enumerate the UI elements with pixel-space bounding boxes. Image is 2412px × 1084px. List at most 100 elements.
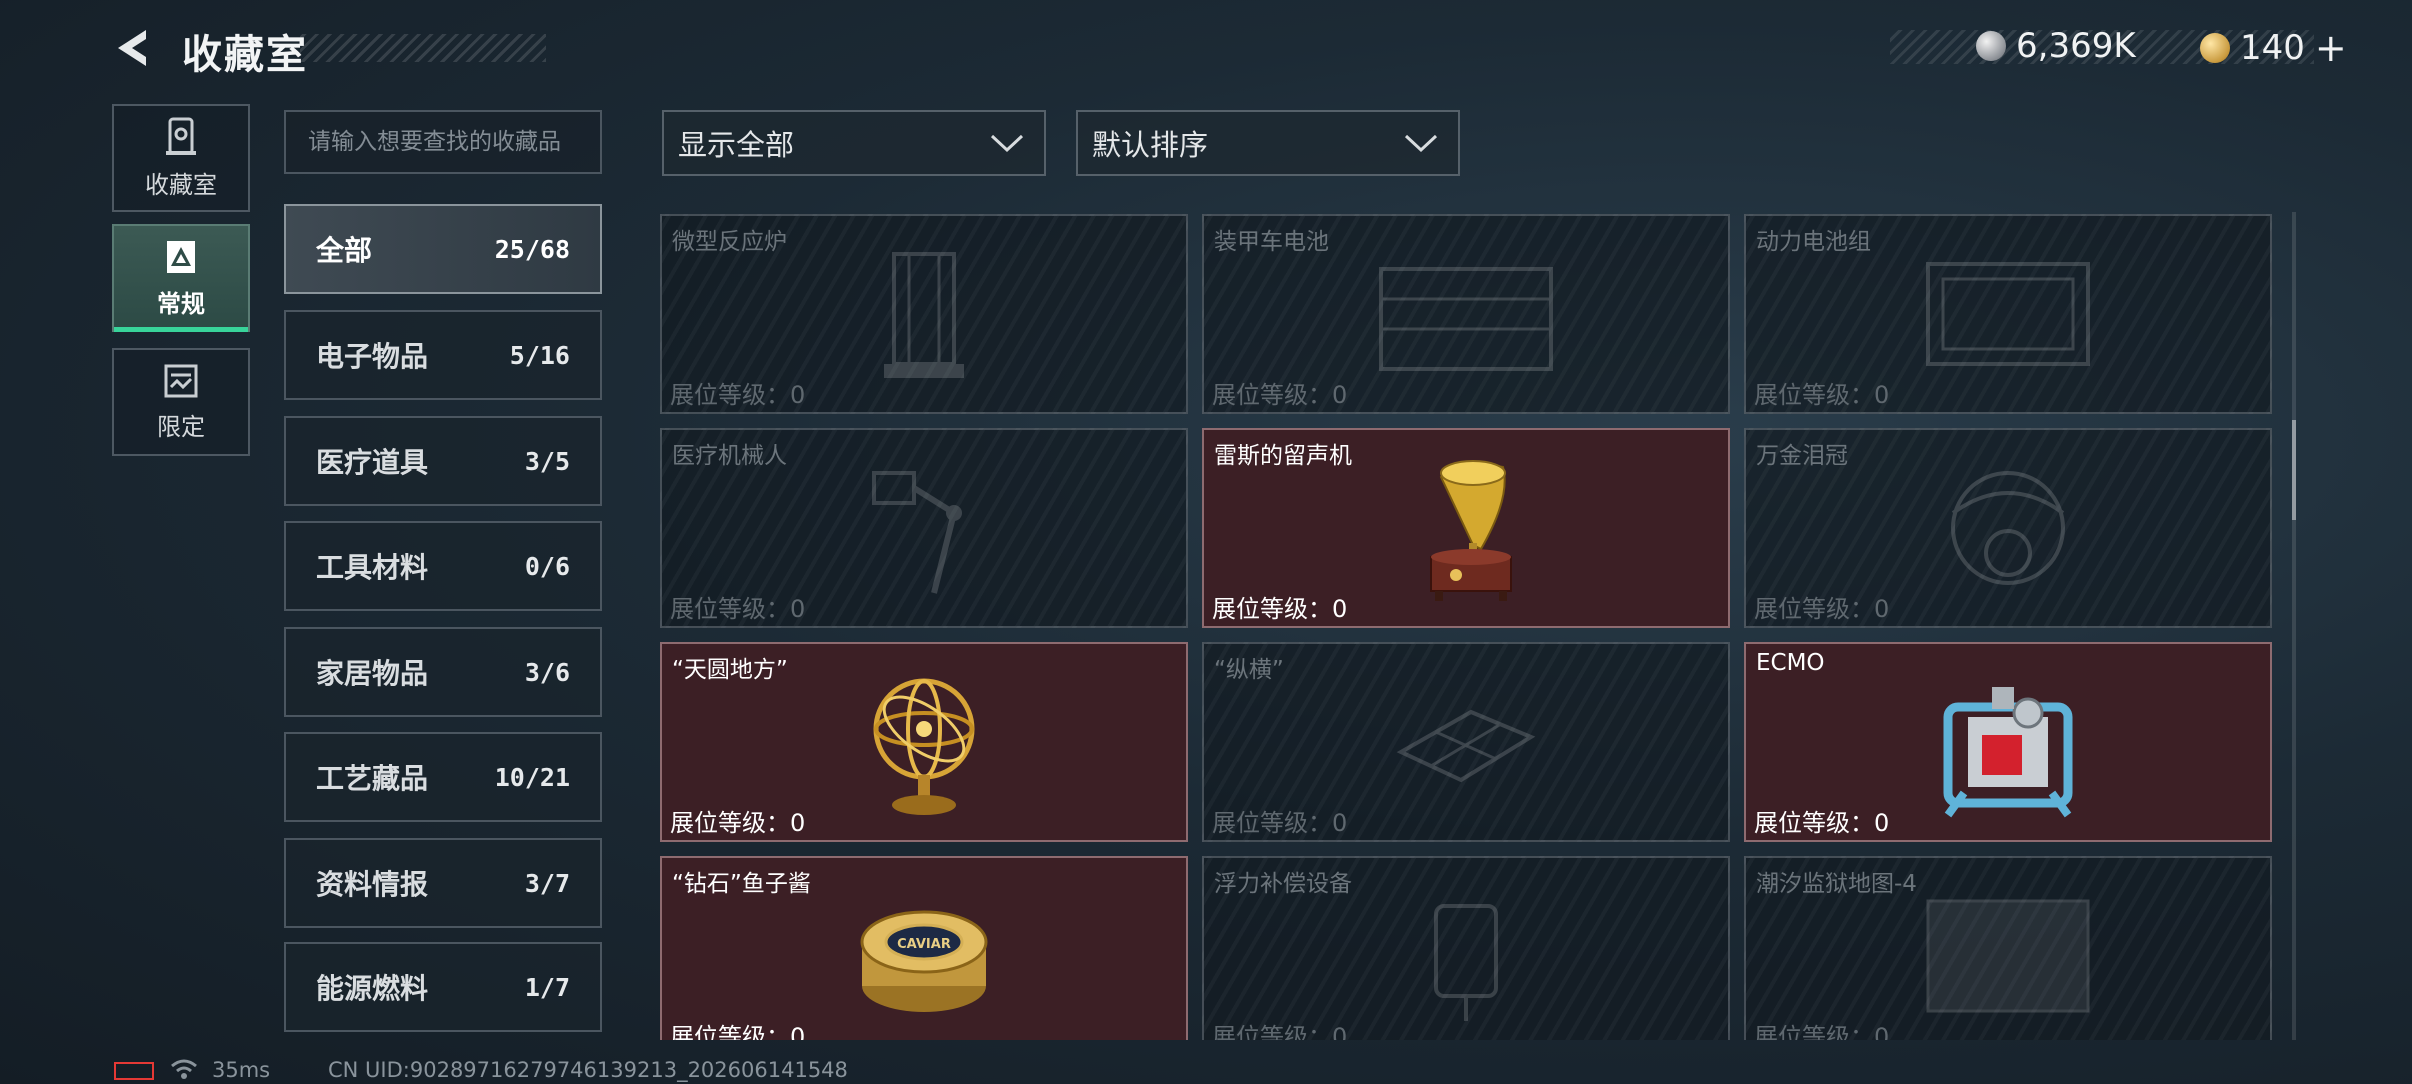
item-display-level: 展位等级：0 <box>1754 1023 1890 1040</box>
item-display-level: 展位等级：0 <box>1212 595 1348 623</box>
category-name: 电子物品 <box>316 340 429 373</box>
category-name: 工具材料 <box>316 551 429 584</box>
category-all[interactable]: 全部 25/68 <box>284 204 602 294</box>
item-display-level: 展位等级：0 <box>670 809 806 837</box>
crown-icon <box>1951 471 2065 585</box>
grid-scrollbar-thumb[interactable] <box>2292 420 2296 520</box>
item-name: 装甲车电池 <box>1214 229 1329 255</box>
category-name: 家居物品 <box>316 657 429 690</box>
category-tools[interactable]: 工具材料 0/6 <box>284 521 602 611</box>
collection-item-card[interactable]: 浮力补偿设备 展位等级：0 <box>1202 856 1730 1040</box>
category-name: 全部 <box>316 234 373 267</box>
collection-item-card[interactable]: CAVIAR “钻石”鱼子酱 展位等级：0 <box>660 856 1188 1040</box>
nav-tab-collection[interactable]: 收藏室 <box>112 104 250 212</box>
silver-currency: 6,369K <box>1976 26 2136 66</box>
item-name: 万金泪冠 <box>1756 443 1848 469</box>
gramophone-icon <box>1430 460 1512 601</box>
battery-pack-icon <box>1926 262 2090 366</box>
collection-item-card[interactable]: 雷斯的留声机 展位等级：0 <box>1202 428 1730 628</box>
back-arrow-icon <box>118 30 146 66</box>
collection-item-card[interactable]: 万金泪冠 展位等级：0 <box>1744 428 2272 628</box>
sort-value: 默认排序 <box>1092 128 1209 162</box>
reactor-icon <box>884 252 964 378</box>
item-name: ECMO <box>1756 650 1825 676</box>
collection-item-card[interactable]: 潮汐监狱地图-4 展位等级：0 <box>1744 856 2272 1040</box>
user-uid: CN UID:90289716279746139213_202606141548 <box>328 1058 848 1082</box>
ecmo-machine-icon <box>1943 687 2073 818</box>
medical-robot-icon <box>872 471 962 594</box>
item-name: 医疗机械人 <box>672 443 787 469</box>
category-count: 3/5 <box>524 446 570 476</box>
ping-value: 35ms <box>212 1058 271 1082</box>
caviar-tin-label: CAVIAR <box>897 937 951 952</box>
silver-coin-icon <box>1976 31 2006 61</box>
category-count: 10/21 <box>494 762 570 792</box>
map-icon <box>1926 899 2090 1013</box>
category-count: 1/7 <box>524 972 570 1002</box>
collection-item-card[interactable]: “纵横” 展位等级：0 <box>1202 642 1730 842</box>
collection-item-card[interactable]: 动力电池组 展位等级：0 <box>1744 214 2272 414</box>
collection-item-card[interactable]: 医疗机械人 展位等级：0 <box>660 428 1188 628</box>
nav-tab-limited[interactable]: 限定 <box>112 348 250 456</box>
display-filter-value: 显示全部 <box>678 128 795 162</box>
item-display-level: 展位等级：0 <box>670 1023 806 1040</box>
category-count: 25/68 <box>494 234 570 264</box>
item-name: “天圆地方” <box>672 657 788 683</box>
category-count: 3/7 <box>524 868 570 898</box>
item-display-level: 展位等级：0 <box>1754 595 1890 623</box>
chessboard-icon <box>1396 709 1536 783</box>
battery-icon <box>114 1062 154 1080</box>
silver-currency-value: 6,369K <box>2016 26 2136 66</box>
search-input[interactable] <box>284 110 602 174</box>
item-display-level: 展位等级：0 <box>1212 381 1348 409</box>
category-count: 0/6 <box>524 551 570 581</box>
category-craft[interactable]: 工艺藏品 10/21 <box>284 732 602 822</box>
collection-item-card[interactable]: 微型反应炉 展位等级：0 <box>660 214 1188 414</box>
sort-dropdown[interactable]: 默认排序 <box>1076 110 1460 176</box>
gold-currency[interactable]: 140 + <box>2200 26 2347 70</box>
back-button[interactable] <box>112 26 156 70</box>
category-count: 5/16 <box>509 340 570 370</box>
item-display-level: 展位等级：0 <box>670 381 806 409</box>
category-count: 3/6 <box>524 657 570 687</box>
item-display-level: 展位等级：0 <box>1212 809 1348 837</box>
buoyancy-device-icon <box>1434 904 1498 1021</box>
display-filter-dropdown[interactable]: 显示全部 <box>662 110 1046 176</box>
page-title: 收藏室 <box>182 32 308 78</box>
item-name: “纵横” <box>1214 657 1284 683</box>
wifi-icon <box>171 1059 197 1079</box>
chevron-down-icon <box>990 134 1024 153</box>
item-display-level: 展位等级：0 <box>1754 809 1890 837</box>
nav-tab-label: 收藏室 <box>145 170 217 199</box>
item-name: “钻石”鱼子酱 <box>672 871 811 897</box>
category-name: 工艺藏品 <box>316 762 429 795</box>
nav-tab-label: 常规 <box>157 289 205 318</box>
category-name: 医疗道具 <box>316 446 429 479</box>
active-tab-indicator <box>114 327 248 332</box>
collection-grid: 微型反应炉 展位等级：0 装甲车电池 展位等级：0 动力电池组 展位等级：0 医… <box>658 212 2278 1040</box>
item-display-level: 展位等级：0 <box>1754 381 1890 409</box>
collection-item-card[interactable]: 装甲车电池 展位等级：0 <box>1202 214 1730 414</box>
collection-item-card[interactable]: “天圆地方” 展位等级：0 <box>660 642 1188 842</box>
item-name: 微型反应炉 <box>672 229 787 255</box>
category-intel[interactable]: 资料情报 3/7 <box>284 838 602 928</box>
category-medical[interactable]: 医疗道具 3/5 <box>284 416 602 506</box>
regular-icon <box>164 238 198 276</box>
category-name: 能源燃料 <box>316 972 429 1005</box>
caviar-tin-icon: CAVIAR <box>860 910 988 1012</box>
item-name: 动力电池组 <box>1756 229 1871 255</box>
category-home[interactable]: 家居物品 3/6 <box>284 627 602 717</box>
grid-scrollbar[interactable] <box>2292 212 2296 1040</box>
battery-icon <box>1379 267 1553 371</box>
category-electronics[interactable]: 电子物品 5/16 <box>284 310 602 400</box>
add-currency-button[interactable]: + <box>2315 26 2347 70</box>
item-name: 雷斯的留声机 <box>1214 443 1352 469</box>
armillary-sphere-icon <box>873 678 975 815</box>
item-name: 浮力补偿设备 <box>1214 871 1352 897</box>
collection-item-card[interactable]: ECMO 展位等级：0 <box>1744 642 2272 842</box>
nav-tab-label: 限定 <box>157 412 205 441</box>
nav-tab-regular[interactable]: 常规 <box>112 224 250 332</box>
category-energy[interactable]: 能源燃料 1/7 <box>284 942 602 1032</box>
limited-icon <box>163 363 199 399</box>
collection-icon <box>164 117 198 157</box>
